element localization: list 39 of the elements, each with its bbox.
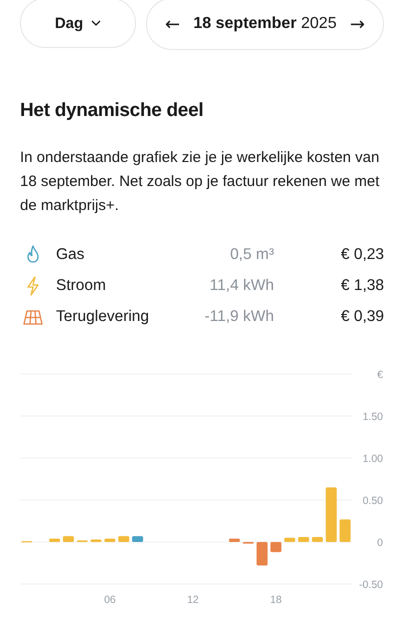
cost-category: Stroom — [56, 276, 107, 294]
y-axis-label: 1.00 — [362, 453, 383, 465]
section-title: Het dynamische deel — [20, 100, 204, 122]
next-day-button[interactable]: → — [350, 14, 365, 34]
section-description: In onderstaande grafiek zie je je werkelijke kosten van 18 september. Net zoals op je factuur rekenen we met de marktprijs+. — [20, 148, 380, 216]
cost-amount: € 1,38 — [340, 276, 384, 294]
x-axis-label: 18 — [270, 594, 282, 606]
y-axis-unit: € — [377, 369, 383, 381]
cost-amount: € 0,23 — [340, 246, 384, 264]
bar — [118, 536, 130, 542]
usage-amount: 0,5 m³ — [229, 246, 274, 264]
bar — [284, 538, 296, 542]
period-dropdown[interactable]: Dag — [20, 0, 136, 48]
bar — [326, 487, 337, 542]
bar — [340, 519, 351, 542]
date-label: 18 september 2025 — [193, 15, 337, 33]
bar — [298, 536, 310, 542]
y-axis-label: -0.50 — [359, 579, 383, 591]
cost-category: Teruglevering — [56, 308, 150, 326]
cost-amount: € 0,39 — [340, 308, 384, 326]
chevron-down-icon — [91, 20, 102, 26]
cost-category: Gas — [56, 246, 86, 264]
bar — [132, 536, 144, 542]
bar — [62, 536, 74, 542]
bar — [270, 542, 282, 552]
bar — [256, 542, 268, 566]
previous-day-button[interactable]: ← — [165, 14, 180, 34]
y-axis-label: 0 — [377, 537, 383, 549]
bar — [104, 538, 116, 542]
bar — [90, 539, 102, 542]
x-axis-label: 06 — [104, 594, 116, 606]
bar — [49, 538, 60, 542]
usage-amount: 11,4 kWh — [208, 276, 274, 294]
bar — [312, 536, 323, 542]
usage-amount: -11,9 kWh — [204, 308, 274, 326]
bar — [228, 538, 240, 542]
y-axis-label: 1.50 — [362, 411, 383, 423]
y-axis-label: 0.50 — [362, 495, 383, 507]
x-axis-label: 12 — [187, 594, 199, 606]
